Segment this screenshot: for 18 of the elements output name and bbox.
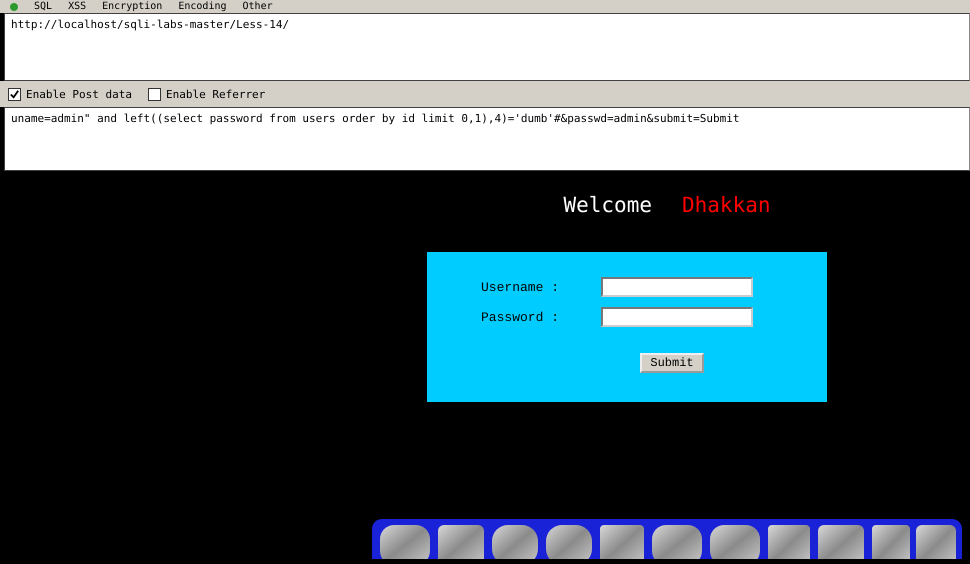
user-name-text: Dhakkan — [682, 193, 771, 217]
checkbox[interactable] — [148, 88, 161, 100]
checkbox[interactable] — [8, 88, 21, 100]
menu-item[interactable]: SQL — [34, 2, 52, 12]
menu-item[interactable]: Other — [242, 2, 273, 12]
checkbox-label: Enable Referrer — [166, 88, 266, 100]
field-label: Username : — [481, 280, 560, 294]
welcome-text: Welcome — [563, 193, 652, 217]
checkbox-label: Enable Post data — [26, 88, 132, 100]
url-field[interactable]: http://localhost/sqli-labs-master/Less-14/ — [4, 13, 970, 81]
submit-button[interactable]: Submit — [640, 353, 704, 373]
menu-item[interactable]: Encryption — [102, 2, 162, 12]
password-field[interactable] — [601, 307, 753, 327]
field-label: Password : — [481, 310, 560, 324]
username-field[interactable] — [601, 277, 753, 297]
menu-item[interactable]: Encoding — [178, 2, 227, 12]
menu-item[interactable]: XSS — [68, 2, 86, 12]
post-data-field[interactable]: uname=admin" and left((select password from users order by id limit 0,1),4)='dumb'#&passwd=admin&submit=Submit — [4, 107, 970, 171]
